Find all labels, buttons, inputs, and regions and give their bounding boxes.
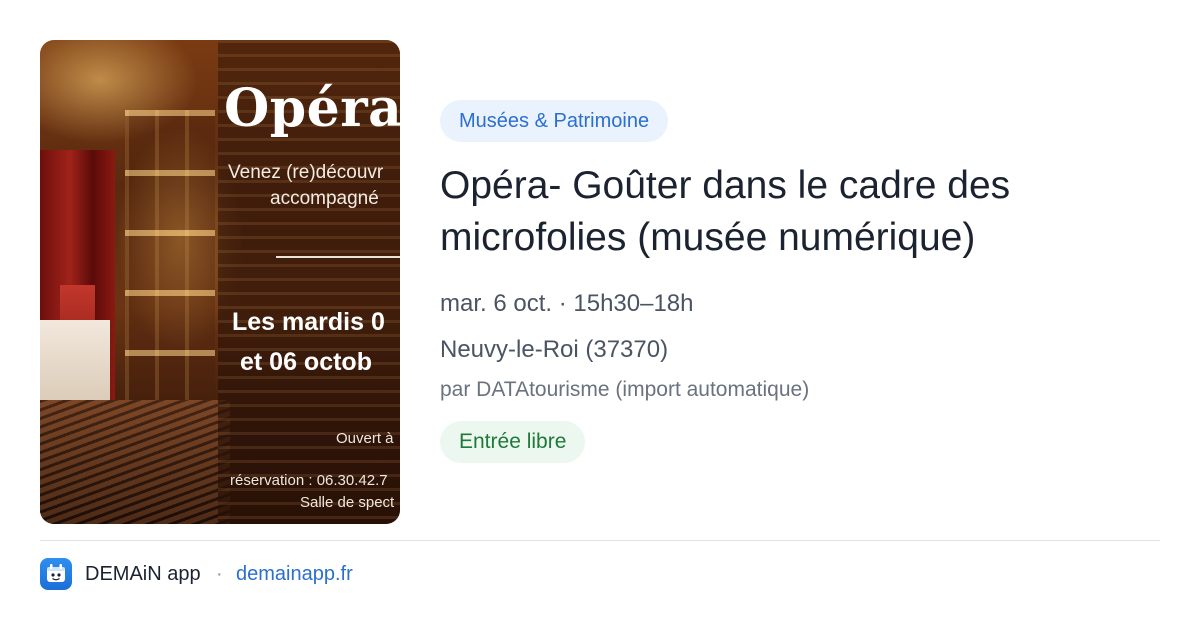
poster-opera-boxes <box>125 110 215 440</box>
poster-divider <box>276 256 400 258</box>
price-badge: Entrée libre <box>440 421 586 463</box>
event-datetime: mar. 6 oct. · 15h30–18h <box>440 290 694 317</box>
demain-app-logo-icon <box>40 558 72 590</box>
poster-venue-text: Salle de spect <box>300 494 395 511</box>
footer-separator: · <box>216 563 223 585</box>
poster-subtitle-line1: Venez (re)découvr <box>228 162 384 183</box>
footer-divider <box>40 540 1160 541</box>
poster-reservation-text: réservation : 06.30.42.7 <box>230 472 388 489</box>
poster-subtitle-line2: accompagné <box>270 188 379 209</box>
event-title: Opéra- Goûter dans le cadre des microfol… <box>440 164 1011 259</box>
event-poster-image: Opéra Venez (re)découvr accompagné Les m… <box>40 40 400 524</box>
category-badge[interactable]: Musées & Patrimoine <box>440 100 669 142</box>
poster-stage <box>40 320 110 410</box>
event-location: Neuvy-le-Roi (37370) <box>440 336 669 363</box>
poster-date-line2: et 06 octob <box>240 348 372 376</box>
event-author: par DATAtourisme (import automatique) <box>440 378 810 401</box>
poster-title: Opéra <box>224 78 400 139</box>
poster-open-text: Ouvert à <box>336 430 394 447</box>
poster-date-line1: Les mardis 0 <box>232 308 385 336</box>
app-name: DEMAiN app <box>85 563 201 585</box>
poster-audience <box>40 400 230 524</box>
app-website-link[interactable]: demainapp.fr <box>236 563 353 586</box>
